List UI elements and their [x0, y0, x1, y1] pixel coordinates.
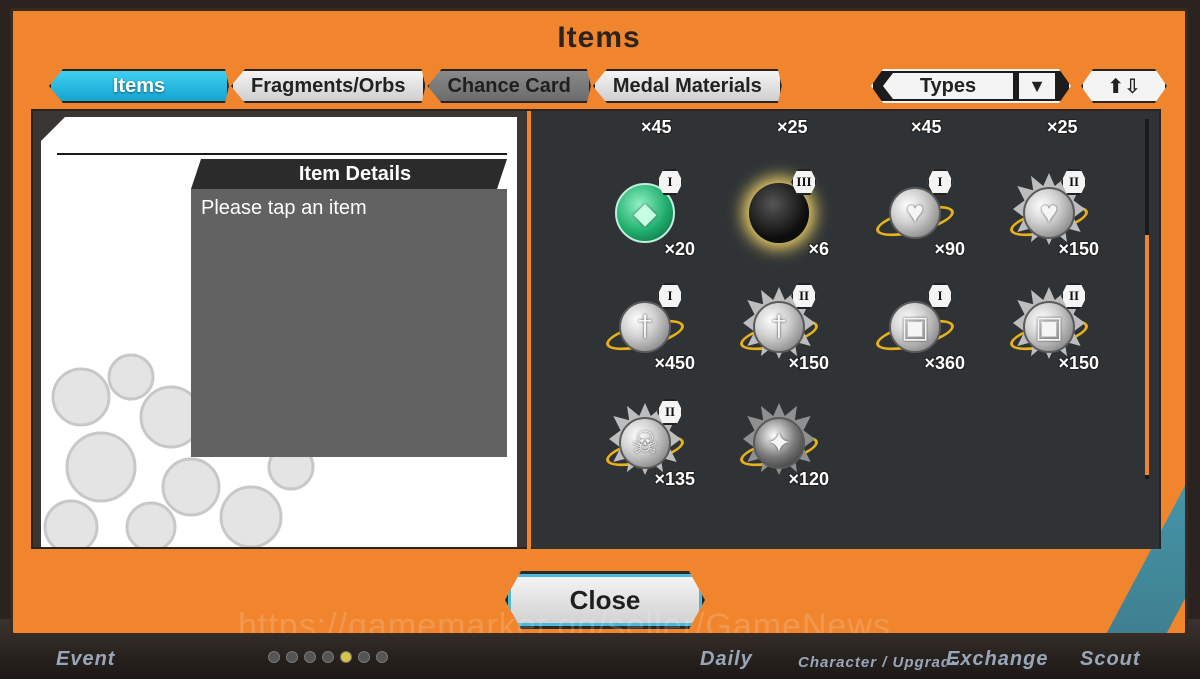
- item-slot[interactable]: † I ×450: [599, 283, 709, 383]
- bg-nav-exchange: Exchange: [946, 648, 1049, 670]
- page-dot: [322, 651, 334, 663]
- item-count: ×45: [641, 117, 672, 137]
- page-indicator-dots: [268, 651, 388, 663]
- item-slot[interactable]: ✦ ×120: [733, 399, 843, 499]
- bg-nav-daily: Daily: [700, 648, 753, 670]
- item-count: ×45: [911, 117, 942, 137]
- dialog-title: Items: [557, 21, 641, 54]
- item-slot[interactable]: ♥ II ×150: [1003, 169, 1113, 269]
- item-count: ×450: [654, 353, 695, 373]
- item-details-header: Item Details: [191, 159, 507, 189]
- item-slot[interactable]: ♥ I ×90: [869, 169, 979, 269]
- chevron-down-icon: ▼: [1019, 73, 1055, 99]
- scrollbar-thumb[interactable]: [1145, 235, 1149, 475]
- page-dot: [268, 651, 280, 663]
- item-count: ×120: [788, 469, 829, 489]
- item-count: ×90: [934, 239, 965, 259]
- tab-chance-card[interactable]: Chance Card: [427, 69, 590, 103]
- page-dot: [340, 651, 352, 663]
- armor-glyph: ▣: [900, 310, 930, 344]
- heart-glyph: ♥: [906, 196, 924, 229]
- item-details-panel: Item Details Please tap an item: [41, 117, 517, 547]
- item-grid: ×45 ×25 ×45 ×25 ◆ I ×20 III ×6 ♥ I ×90 ♥…: [533, 111, 1159, 549]
- page-dot: [304, 651, 316, 663]
- item-count: ×135: [654, 469, 695, 489]
- item-count: ×20: [664, 239, 695, 259]
- tab-medal-materials[interactable]: Medal Materials: [593, 69, 782, 103]
- item-slot[interactable]: ▣ II ×150: [1003, 283, 1113, 383]
- panel-divider: [527, 111, 531, 549]
- bg-nav-character-upgrade: Character / Upgrade: [798, 654, 961, 671]
- item-count: ×25: [777, 117, 808, 137]
- types-dropdown[interactable]: Types ▼: [871, 69, 1071, 103]
- item-count: ×150: [788, 353, 829, 373]
- sparkle-glyph: ✦: [766, 426, 792, 460]
- tab-items[interactable]: Items: [49, 69, 229, 103]
- armor-glyph: ▣: [1034, 310, 1064, 344]
- item-slot[interactable]: ☠ II ×135: [599, 399, 709, 499]
- heart-glyph: ♥: [1040, 196, 1058, 229]
- details-divider: [57, 153, 507, 155]
- bg-nav-scout: Scout: [1080, 648, 1141, 670]
- item-slot[interactable]: III ×6: [733, 169, 843, 269]
- skull-glyph: ☠: [631, 426, 659, 460]
- item-count: ×6: [808, 239, 829, 259]
- page-dot: [358, 651, 370, 663]
- item-slot[interactable]: ▣ I ×360: [869, 283, 979, 383]
- dialog-title-bar: Items: [13, 11, 1185, 63]
- item-count: ×150: [1058, 239, 1099, 259]
- item-count: ×150: [1058, 353, 1099, 373]
- item-count: ×360: [924, 353, 965, 373]
- item-details-body: Please tap an item: [191, 189, 507, 457]
- sword-glyph: †: [770, 310, 788, 343]
- page-dot: [286, 651, 298, 663]
- items-content: Item Details Please tap an item ×45 ×25 …: [31, 109, 1161, 549]
- items-dialog: Items Items Fragments/Orbs Chance Card M…: [10, 8, 1188, 636]
- crystal-glyph: ◆: [633, 196, 657, 230]
- item-slot[interactable]: † II ×150: [733, 283, 843, 383]
- category-tabs: Items Fragments/Orbs Chance Card Medal M…: [49, 69, 782, 103]
- types-label: Types: [883, 73, 1013, 99]
- sword-glyph: †: [636, 310, 654, 343]
- sort-up-down-icon: ⬆⇩: [1107, 75, 1141, 98]
- page-dot: [376, 651, 388, 663]
- sort-order-button[interactable]: ⬆⇩: [1081, 69, 1167, 103]
- item-count: ×25: [1047, 117, 1078, 137]
- item-details-hint: Please tap an item: [201, 197, 367, 219]
- item-slot[interactable]: ◆ I ×20: [599, 169, 709, 269]
- bg-nav-event: Event: [56, 648, 116, 670]
- tab-fragments-orbs[interactable]: Fragments/Orbs: [231, 69, 425, 103]
- watermark-text: https://gamemarket.gg/seller/GameNews: [238, 607, 892, 636]
